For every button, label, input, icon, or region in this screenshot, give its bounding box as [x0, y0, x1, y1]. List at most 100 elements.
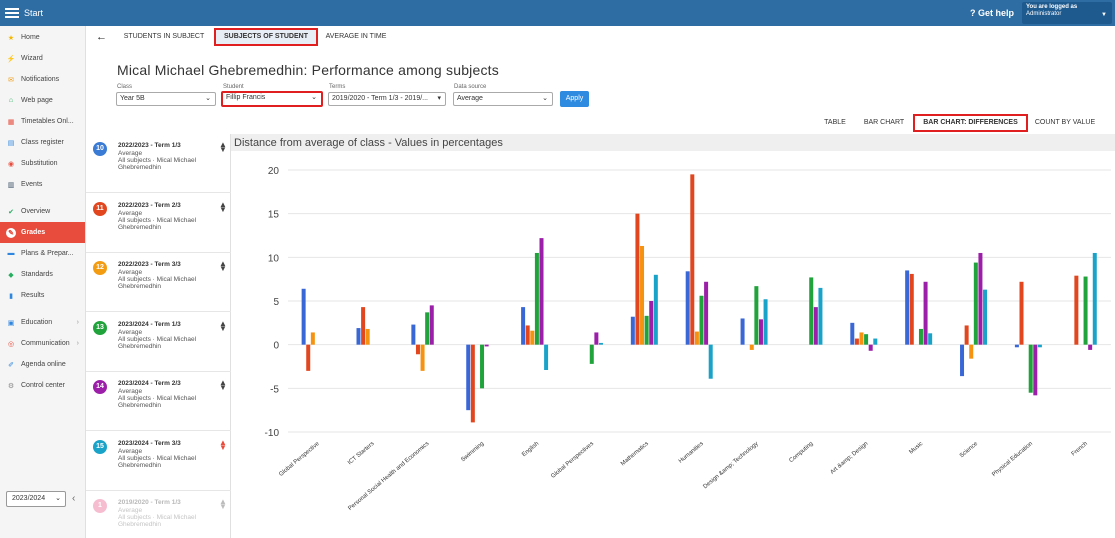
reorder-arrows-icon[interactable]: ▲ ▼ — [219, 319, 227, 332]
view-tab-bar-chart-differences[interactable]: BAR CHART: DIFFERENCES — [913, 114, 1028, 132]
data-source-value: Average — [457, 95, 483, 102]
bar — [589, 344, 594, 364]
user-menu[interactable]: You are logged as Administrator ▼ — [1022, 2, 1112, 24]
login-label: You are logged as — [1026, 4, 1078, 10]
view-tab-count-by-value[interactable]: COUNT BY VALUE — [1030, 114, 1100, 132]
sidebar-item-education[interactable]: ▣ Education › — [0, 312, 85, 333]
term-list-item[interactable]: 13 2023/2024 - Term 1/3 Average All subject… — [86, 313, 231, 372]
shield-icon: ◆ — [8, 271, 14, 279]
sidebar-item-plans[interactable]: ▬ Plans & Prepar... — [0, 243, 85, 264]
bar — [429, 305, 434, 345]
term-list-item[interactable]: 15 2023/2024 - Term 3/3 Average All subject… — [86, 432, 231, 491]
bar — [918, 328, 923, 345]
sidebar-item-check-circle[interactable]: ✔ Overview — [0, 201, 85, 222]
bar — [754, 286, 759, 345]
data-source-label: Data source — [454, 84, 487, 90]
term-list-item[interactable]: 11 2022/2023 - Term 2/3 Average All subject… — [86, 194, 231, 253]
sidebar-item-label: Communication — [21, 340, 70, 347]
bar — [850, 322, 855, 345]
bar — [411, 324, 416, 345]
term-scope: All subjects · Mical Michael Ghebremedhi… — [118, 454, 197, 469]
student-value: Fillip Francis — [226, 94, 266, 101]
collapse-sidebar-icon[interactable]: ‹ — [72, 493, 75, 504]
reorder-arrows-icon[interactable]: ▲ ▼ — [219, 498, 227, 511]
start-label[interactable]: Start — [24, 8, 43, 18]
sidebar-item-calendar[interactable]: ▥ Events — [0, 174, 85, 195]
reorder-arrows-icon[interactable]: ▲ ▼ — [219, 200, 227, 213]
chevron-down-icon: ▼ — [1101, 12, 1107, 18]
school-year-select[interactable]: 2023/2024 ⌄ — [6, 491, 66, 507]
bar — [864, 334, 869, 345]
term-details: Average All subjects · Mical Michael Gheb… — [118, 329, 223, 350]
terms-select[interactable]: 2019/2020 - Term 1/3 - 2019/... ▾ — [328, 92, 446, 106]
sidebar-item-calendar-grid[interactable]: ▦ Timetables Onl... — [0, 111, 85, 132]
bar — [644, 315, 649, 345]
sidebar-item-user-swap[interactable]: ◉ Substitution — [0, 153, 85, 174]
term-title: 2023/2024 - Term 3/3 — [118, 439, 181, 447]
tab-subjects-of-student[interactable]: SUBJECTS OF STUDENT — [214, 28, 318, 46]
sidebar-item-envelope[interactable]: ✉ Notifications — [0, 69, 85, 90]
sidebar-item-grades[interactable]: ✎ Grades — [0, 222, 85, 243]
x-tick-label: Global Perspective — [278, 441, 321, 478]
term-list-item[interactable]: 12 2022/2023 - Term 3/3 Average All subject… — [86, 253, 231, 312]
sidebar-item-house[interactable]: ⌂ Web page — [0, 90, 85, 111]
house-icon: ⌂ — [8, 97, 14, 104]
chevron-down-icon: ⌄ — [55, 495, 61, 502]
sidebar-item-book[interactable]: ▤ Class register — [0, 132, 85, 153]
student-select[interactable]: Fillip Francis ⌄ — [221, 91, 323, 107]
y-tick-label: 20 — [268, 166, 280, 177]
bar — [928, 333, 933, 345]
sidebar-item-chat[interactable]: ◎ Communication › — [0, 333, 85, 354]
view-tab-table[interactable]: TABLE — [818, 114, 852, 132]
bar — [1028, 344, 1033, 393]
plans-icon: ▬ — [7, 250, 15, 257]
x-tick-label: Swimming — [460, 441, 485, 463]
term-details: Average All subjects · Mical Michael Gheb… — [118, 448, 223, 469]
back-arrow-icon[interactable]: ← — [96, 31, 107, 43]
sidebar-item-label: Overview — [21, 208, 51, 215]
class-select[interactable]: Year 5B ⌄ — [116, 92, 216, 106]
bar — [425, 312, 430, 345]
hamburger-menu-icon[interactable] — [5, 8, 19, 18]
apply-button[interactable]: Apply — [560, 91, 589, 107]
bar — [1014, 344, 1019, 348]
data-source-select[interactable]: Average ⌄ — [453, 92, 553, 106]
reorder-arrows-icon[interactable]: ▲ ▼ — [219, 438, 227, 451]
chat-icon: ◎ — [7, 340, 15, 348]
x-tick-label: Computing — [788, 441, 814, 464]
term-scope: All subjects · Mical Michael Ghebremedhi… — [118, 335, 197, 350]
sidebar-item-pen[interactable]: ✐ Agenda online — [0, 354, 85, 375]
term-title: 2022/2023 - Term 1/3 — [118, 142, 181, 149]
terms-value: 2019/2020 - Term 1/3 - 2019/... — [332, 95, 428, 102]
term-list-item[interactable]: 1 2019/2020 - Term 1/3 Average All subjects… — [86, 491, 231, 538]
view-tab-bar-chart[interactable]: BAR CHART — [858, 114, 910, 132]
bar — [923, 281, 928, 345]
sidebar-item-shield[interactable]: ◆ Standards — [0, 264, 85, 285]
student-label: Student — [223, 84, 244, 90]
sidebar-item-wand[interactable]: ⚡ Wizard — [0, 48, 85, 69]
x-tick-label: Music — [908, 441, 924, 456]
bar — [694, 331, 699, 345]
tab-students-in-subject[interactable]: STUDENTS IN SUBJECT — [118, 28, 210, 46]
sidebar-item-gear[interactable]: ⚙ Control center — [0, 375, 85, 396]
class-label: Class — [117, 84, 133, 90]
bar — [708, 344, 713, 379]
get-help-link[interactable]: ? Get help — [970, 8, 1014, 18]
education-icon: ▣ — [7, 319, 15, 327]
term-list-item[interactable]: 14 2023/2024 - Term 2/3 Average All subject… — [86, 372, 231, 431]
sidebar-item-star[interactable]: ★ Home — [0, 27, 85, 48]
sidebar-item-label: Grades — [21, 229, 46, 236]
bar — [854, 338, 859, 345]
bar — [544, 344, 549, 370]
tab-average-in-time[interactable]: AVERAGE IN TIME — [320, 28, 392, 46]
bar — [598, 342, 603, 345]
bar — [539, 238, 544, 345]
reorder-arrows-icon[interactable]: ▲ ▼ — [219, 379, 227, 392]
reorder-arrows-icon[interactable]: ▲ ▼ — [219, 260, 227, 273]
x-tick-label: ICT Starters — [347, 441, 376, 466]
sidebar-item-bar-chart[interactable]: ▮ Results — [0, 285, 85, 306]
x-tick-label: Art &amp; Design — [830, 441, 870, 476]
term-list-item[interactable]: 10 2022/2023 - Term 1/3 Average All subject… — [86, 134, 231, 193]
reorder-arrows-icon[interactable]: ▲ ▼ — [219, 141, 227, 154]
term-scope: All subjects · Mical Michael Ghebremedhi… — [118, 216, 197, 231]
